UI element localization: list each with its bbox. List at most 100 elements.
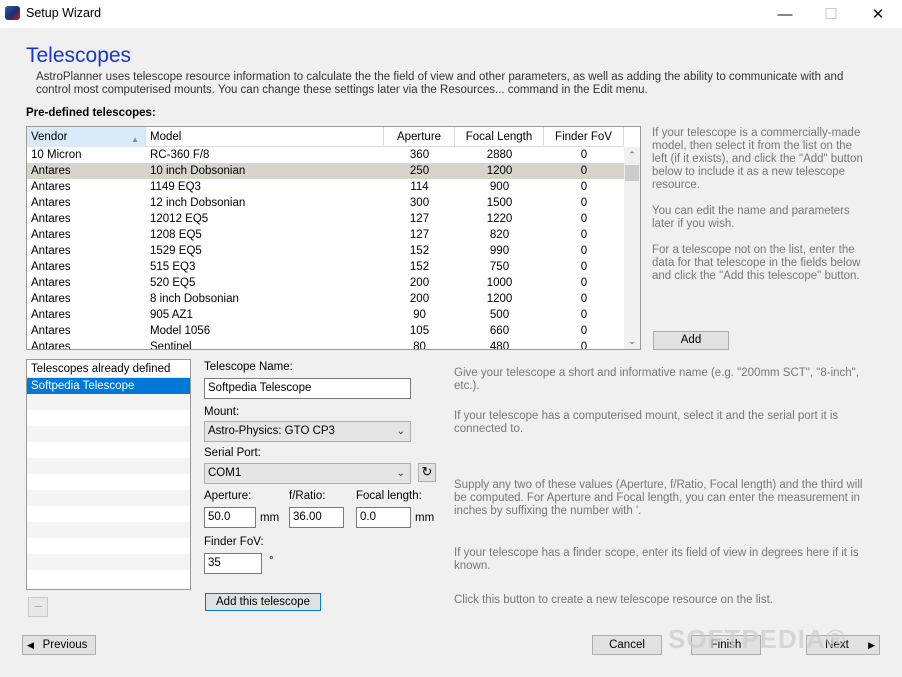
table-row[interactable]: Antares 905 AZ1 90 500 0	[27, 307, 624, 323]
cell-aperture: 360	[409, 149, 430, 161]
table-row[interactable]: Antares 12012 EQ5 127 1220 0	[27, 211, 624, 227]
focal-length-unit: mm	[415, 512, 435, 524]
column-header-aperture[interactable]: Aperture	[384, 127, 455, 147]
add-button[interactable]: Add	[653, 331, 729, 350]
cell-model: 905 AZ1	[150, 309, 193, 321]
cell-vendor: 10 Micron	[31, 149, 82, 161]
column-header-vendor[interactable]: Vendor ▲	[27, 127, 146, 147]
telescope-name-input[interactable]: Softpedia Telescope	[204, 378, 411, 399]
cell-aperture: 200	[409, 293, 430, 305]
cell-focal-length: 1500	[486, 197, 513, 209]
focal-length-input[interactable]: 0.0	[356, 507, 411, 528]
add-this-telescope-button[interactable]: Add this telescope	[205, 593, 321, 611]
chevron-down-icon: ⌄	[396, 468, 405, 479]
table-row[interactable]: Antares 12 inch Dobsonian 300 1500 0	[27, 195, 624, 211]
cell-focal-length: 990	[489, 245, 510, 257]
cell-model: 8 inch Dobsonian	[150, 293, 239, 305]
cell-model: 12 inch Dobsonian	[150, 197, 246, 209]
telescope-name-label: Telescope Name:	[204, 361, 293, 373]
help-finder: If your telescope has a finder scope, en…	[454, 547, 859, 572]
table-row[interactable]: Antares 1149 EQ3 114 900 0	[27, 179, 624, 195]
cell-focal-length: 820	[489, 229, 510, 241]
aperture-unit: mm	[260, 512, 280, 524]
cell-focal-length: 2880	[486, 149, 513, 161]
table-body: 10 Micron RC-360 F/8 360 2880 0 Antares 10 inc…	[27, 147, 624, 350]
previous-button[interactable]: ◀ Previous	[22, 635, 96, 655]
cell-vendor: Antares	[31, 309, 71, 321]
cell-focal-length: 480	[489, 341, 510, 350]
cell-focal-length: 500	[489, 309, 510, 321]
table-row[interactable]: Antares 515 EQ3 152 750 0	[27, 259, 624, 275]
cell-vendor: Antares	[31, 277, 71, 289]
help-mount: If your telescope has a computerised mou…	[454, 410, 839, 435]
refresh-ports-icon[interactable]: ↻	[418, 463, 436, 482]
cell-model: 520 EQ5	[150, 277, 196, 289]
empty-list-row	[27, 570, 190, 586]
cell-focal-length: 750	[489, 261, 510, 273]
predefined-label: Pre-defined telescopes:	[26, 107, 156, 119]
empty-list-row	[27, 426, 190, 442]
cancel-button[interactable]: Cancel	[592, 635, 662, 655]
serial-port-select[interactable]: COM1 ⌄	[204, 463, 411, 484]
column-header-focal-length[interactable]: Focal Length	[455, 127, 544, 147]
table-row[interactable]: 10 Micron RC-360 F/8 360 2880 0	[27, 147, 624, 163]
defined-list-header: Telescopes already defined	[27, 360, 190, 378]
cell-aperture: 300	[409, 197, 430, 209]
chevron-down-icon: ⌄	[396, 426, 405, 437]
column-header-model[interactable]: Model	[146, 127, 384, 147]
cell-focal-length: 1200	[486, 165, 513, 177]
help-not-listed: For a telescope not on the list, enter t…	[652, 244, 861, 282]
aperture-input[interactable]: 50.0	[204, 507, 256, 528]
cell-aperture: 80	[413, 341, 426, 350]
help-predefined: If your telescope is a commercially-made…	[652, 127, 863, 191]
table-row[interactable]: Antares 10 inch Dobsonian 250 1200 0	[27, 163, 624, 179]
cell-model: RC-360 F/8	[150, 149, 210, 161]
table-header: Vendor ▲ Model Aperture Focal Length Fin…	[27, 127, 624, 147]
cell-aperture: 127	[409, 229, 430, 241]
cell-vendor: Antares	[31, 341, 71, 350]
cell-focal-length: 1220	[486, 213, 513, 225]
cell-finder-fov: 0	[580, 165, 588, 177]
table-row[interactable]: Antares Model 1056 105 660 0	[27, 323, 624, 339]
scroll-up-icon[interactable]: ⌃	[624, 147, 640, 163]
table-scrollbar[interactable]: ⌃ ⌄	[624, 147, 640, 349]
close-icon[interactable]: ✕	[855, 0, 901, 28]
page-title: Telescopes	[26, 44, 132, 67]
cell-model: Sentinel	[150, 341, 192, 350]
defined-telescopes-list[interactable]: Telescopes already defined Softpedia Tel…	[26, 359, 191, 590]
cell-vendor: Antares	[31, 165, 71, 177]
cell-model: 1208 EQ5	[150, 229, 202, 241]
remove-telescope-button[interactable]: −	[28, 597, 48, 617]
cell-vendor: Antares	[31, 197, 71, 209]
cell-finder-fov: 0	[580, 309, 588, 321]
empty-list-row	[27, 506, 190, 522]
list-item[interactable]: Softpedia Telescope	[27, 378, 190, 394]
cell-vendor: Antares	[31, 213, 71, 225]
predefined-telescopes-table[interactable]: Vendor ▲ Model Aperture Focal Length Fin…	[26, 126, 641, 350]
table-row[interactable]: Antares 1208 EQ5 127 820 0	[27, 227, 624, 243]
cell-model: 1529 EQ5	[150, 245, 202, 257]
arrow-right-icon: ▶	[868, 640, 875, 650]
serial-port-label: Serial Port:	[204, 447, 261, 459]
minimize-icon[interactable]: —	[762, 0, 808, 28]
scroll-down-icon[interactable]: ⌄	[624, 333, 640, 349]
table-row[interactable]: Antares Sentinel 80 480 0	[27, 339, 624, 350]
cell-model: Model 1056	[150, 325, 211, 337]
table-row[interactable]: Antares 520 EQ5 200 1000 0	[27, 275, 624, 291]
column-header-finder-fov[interactable]: Finder FoV	[544, 127, 624, 147]
cell-focal-length: 1200	[486, 293, 513, 305]
maximize-icon[interactable]: ☐	[808, 0, 854, 28]
finder-fov-input[interactable]: 35	[204, 553, 262, 574]
f-ratio-input[interactable]: 36.00	[289, 507, 344, 528]
softpedia-watermark: SOFTPEDIA®	[668, 624, 846, 654]
table-row[interactable]: Antares 1529 EQ5 152 990 0	[27, 243, 624, 259]
table-row[interactable]: Antares 8 inch Dobsonian 200 1200 0	[27, 291, 624, 307]
mount-select[interactable]: Astro-Physics: GTO CP3 ⌄	[204, 421, 411, 442]
cell-vendor: Antares	[31, 245, 71, 257]
mount-label: Mount:	[204, 406, 240, 418]
cell-finder-fov: 0	[580, 261, 588, 273]
arrow-left-icon: ◀	[27, 640, 34, 650]
cell-aperture: 152	[409, 261, 430, 273]
scrollbar-thumb[interactable]	[625, 165, 639, 181]
cell-finder-fov: 0	[580, 293, 588, 305]
